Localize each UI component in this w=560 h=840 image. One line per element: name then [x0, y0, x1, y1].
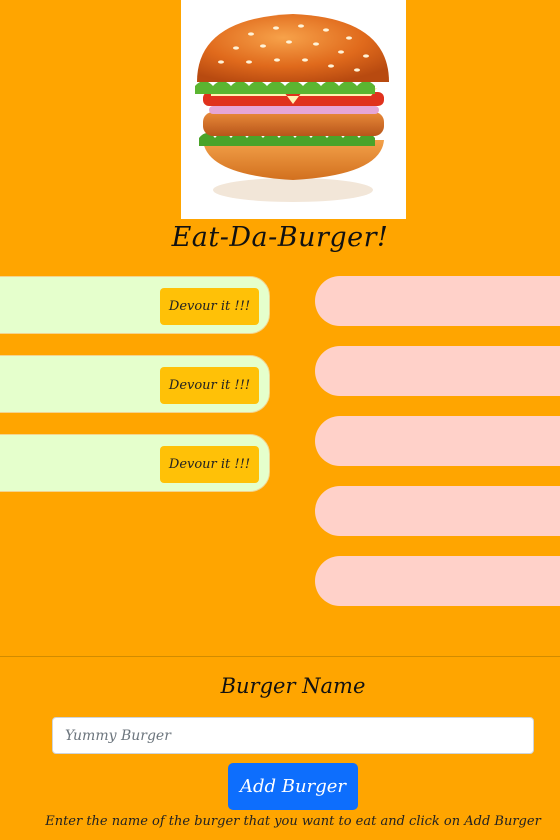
eaten-burger-card — [315, 346, 560, 396]
page-title: Eat-Da-Burger! — [171, 222, 389, 253]
devour-button[interactable]: Devour it !!! — [160, 367, 259, 404]
eaten-burger-card — [315, 276, 560, 326]
section-divider — [0, 656, 560, 657]
uneaten-burger-card: Devour it !!! — [0, 434, 270, 492]
form-hint: Enter the name of the burger that you wa… — [45, 814, 541, 829]
burger-name-label: Burger Name — [220, 674, 366, 698]
devour-button[interactable]: Devour it !!! — [160, 446, 259, 483]
burger-image — [181, 0, 406, 219]
eaten-burger-card — [315, 486, 560, 536]
eaten-burger-card — [315, 556, 560, 606]
uneaten-burger-card: Devour it !!! — [0, 276, 270, 334]
add-burger-button[interactable]: Add Burger — [228, 763, 358, 810]
eaten-burger-card — [315, 416, 560, 466]
devour-button[interactable]: Devour it !!! — [160, 288, 259, 325]
uneaten-burger-card: Devour it !!! — [0, 355, 270, 413]
burger-name-input[interactable] — [52, 717, 534, 754]
